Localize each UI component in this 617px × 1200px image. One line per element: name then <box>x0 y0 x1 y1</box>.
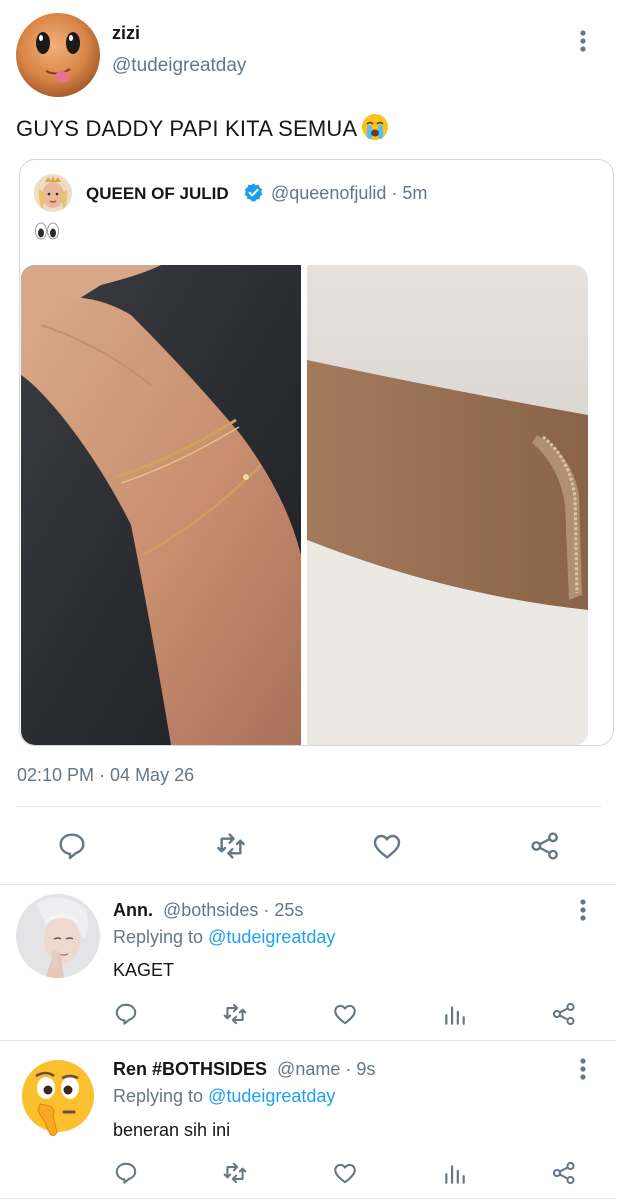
quote-display-name[interactable]: QUEEN OF JULID <box>86 184 229 204</box>
handle-time: @name · 9s <box>277 1059 376 1079</box>
divider <box>16 806 601 807</box>
quoted-tweet[interactable]: QUEEN OF JULID @queenofjulid · 5m <box>19 159 614 746</box>
media-image-wrist-bracelet[interactable] <box>21 265 301 745</box>
reply-icon[interactable] <box>113 1001 139 1027</box>
quote-avatar[interactable] <box>34 174 72 212</box>
tweet-timestamp: 02:10 PM · 04 May 26 <box>17 765 195 785</box>
replying-to: Replying to @tudeigreatday <box>113 1086 335 1107</box>
eyes-emoji-icon <box>34 220 60 242</box>
like-icon[interactable] <box>371 830 403 862</box>
avatar[interactable] <box>16 13 100 97</box>
replying-to-mention[interactable]: @tudeigreatday <box>208 1086 335 1106</box>
tweet-text: GUYS DADDY PAPI KITA SEMUA <box>16 113 389 142</box>
display-name[interactable]: zizi <box>112 23 140 44</box>
like-icon[interactable] <box>332 1001 358 1027</box>
reply-header: Ren #BOTHSIDES @name · 9s <box>113 1059 375 1080</box>
share-icon[interactable] <box>551 1160 577 1186</box>
share-icon[interactable] <box>529 830 561 862</box>
handle-time: @bothsides · 25s <box>163 900 304 920</box>
media-image-arm-bracelet[interactable] <box>307 265 588 745</box>
retweet-icon[interactable] <box>222 1160 248 1186</box>
avatar[interactable] <box>16 1054 100 1138</box>
more-options-icon[interactable] <box>574 897 592 923</box>
like-icon[interactable] <box>332 1160 358 1186</box>
reply-text: KAGET <box>113 960 175 980</box>
user-handle[interactable]: @tudeigreatday <box>112 55 246 77</box>
divider <box>0 1040 617 1041</box>
replying-to-label: Replying to <box>113 1086 204 1106</box>
display-name[interactable]: Ren #BOTHSIDES <box>113 1059 267 1079</box>
divider <box>0 884 617 885</box>
replying-to-label: Replying to <box>113 927 204 947</box>
reply-icon[interactable] <box>56 830 88 862</box>
quote-handle-time: @queenofjulid · 5m <box>271 183 428 203</box>
replying-to-mention[interactable]: @tudeigreatday <box>208 927 335 947</box>
divider <box>0 1198 617 1199</box>
more-options-icon[interactable] <box>574 1056 592 1082</box>
sob-emoji-icon <box>361 113 389 141</box>
analytics-icon[interactable] <box>442 1001 468 1027</box>
more-options-icon[interactable] <box>574 28 592 54</box>
tweet-text-content: GUYS DADDY PAPI KITA SEMUA <box>16 116 358 141</box>
share-icon[interactable] <box>551 1001 577 1027</box>
display-name[interactable]: Ann. <box>113 900 153 920</box>
reply-icon[interactable] <box>113 1160 139 1186</box>
verified-badge-icon <box>243 182 264 203</box>
replying-to: Replying to @tudeigreatday <box>113 927 335 948</box>
retweet-icon[interactable] <box>215 830 247 862</box>
retweet-icon[interactable] <box>222 1001 248 1027</box>
reply-header: Ann. @bothsides · 25s <box>113 900 303 921</box>
analytics-icon[interactable] <box>442 1160 468 1186</box>
reply-text: beneran sih ini <box>113 1120 231 1140</box>
avatar[interactable] <box>16 894 100 978</box>
